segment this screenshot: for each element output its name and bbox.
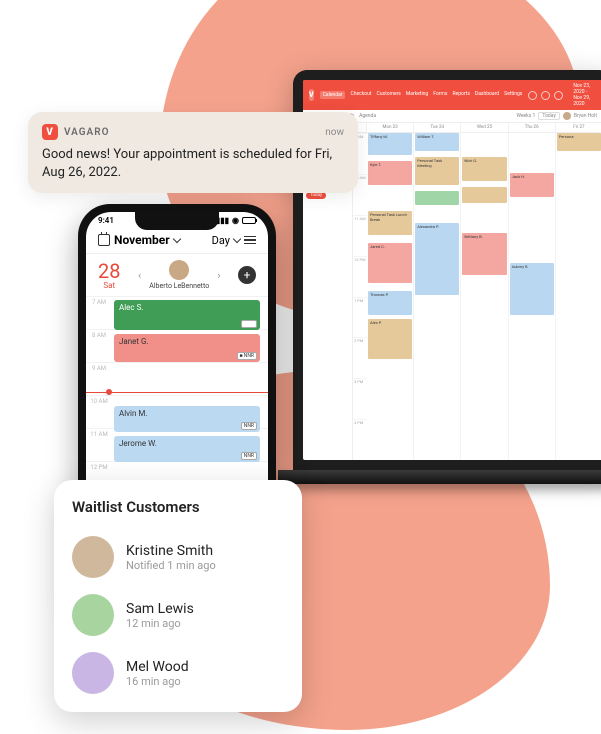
add-button[interactable]: + — [238, 266, 256, 284]
app-topbar: V Calendar Checkout Customers Marketing … — [303, 80, 601, 110]
calendar-event[interactable]: Aubrey R. — [510, 263, 554, 315]
play-icon[interactable] — [541, 91, 550, 100]
employee-picker[interactable]: Bryan Holt — [563, 112, 597, 120]
nav-calendar[interactable]: Calendar — [320, 91, 346, 99]
day-header: Tue 24 — [414, 123, 461, 132]
calendar-event[interactable]: Alexandra P. — [415, 223, 459, 295]
now-indicator — [86, 392, 268, 393]
today-button[interactable]: Today — [538, 112, 559, 120]
calendar-event[interactable]: Jack H. — [510, 173, 554, 197]
calendar-event[interactable]: Persona — [557, 133, 601, 151]
calendar-event[interactable]: Tiffany M. — [368, 133, 412, 155]
view-agenda[interactable]: Agenda — [359, 113, 376, 119]
next-employee-icon[interactable]: › — [217, 269, 220, 282]
avatar — [72, 652, 114, 694]
sidebar-today-pill[interactable]: Today — [306, 192, 326, 199]
month-picker[interactable]: November — [98, 233, 180, 247]
phone-event[interactable]: Alec S.NNR — [114, 300, 260, 330]
calendar-event[interactable]: Personal Task Meeting — [415, 157, 459, 185]
help-icon[interactable] — [528, 91, 537, 100]
nav-reports[interactable]: Reports — [452, 91, 469, 99]
main-nav: Calendar Checkout Customers Marketing Fo… — [320, 91, 523, 99]
status-time: 9:41 — [98, 216, 114, 225]
chevron-down-icon — [233, 234, 241, 242]
waitlist-customer[interactable]: Sam Lewis12 min ago — [72, 586, 284, 644]
calendar-event[interactable]: Brittany B. — [462, 233, 506, 275]
vagaro-icon: V — [42, 124, 58, 140]
calendar-event[interactable]: Nick G. — [462, 157, 506, 181]
nav-customers[interactable]: Customers — [377, 91, 401, 99]
calendar-event[interactable]: Kyle T. — [368, 161, 412, 185]
calendar-event[interactable]: Jared C. — [368, 243, 412, 283]
battery-icon — [242, 217, 256, 224]
wifi-icon: ◉ — [232, 216, 239, 225]
phone-event[interactable]: Janet G.■ NNR — [114, 334, 260, 362]
day-header: Wed 25 — [461, 123, 508, 132]
date-range[interactable]: Nov 23, 2020 - Nov 29, 2020 — [573, 83, 597, 107]
nav-forms[interactable]: Forms — [433, 91, 447, 99]
notification-time: now — [325, 127, 344, 138]
menu-icon[interactable] — [244, 236, 256, 244]
employee-name: Bryan Holt — [574, 113, 597, 119]
cart-icon[interactable] — [554, 91, 563, 100]
nav-marketing[interactable]: Marketing — [406, 91, 428, 99]
push-notification[interactable]: V VAGARO now Good news! Your appointment… — [28, 112, 358, 193]
calendar-event[interactable]: William T. — [415, 133, 459, 151]
prev-employee-icon[interactable]: ‹ — [138, 269, 141, 282]
calendar-event[interactable] — [415, 191, 459, 205]
day-header: Thu 26 — [509, 123, 556, 132]
nav-settings[interactable]: Settings — [504, 91, 522, 99]
phone-event[interactable]: Jerome W.NNR — [114, 436, 260, 462]
nav-dashboard[interactable]: Dashboard — [475, 91, 499, 99]
avatar — [72, 536, 114, 578]
calendar-event[interactable]: Personal Task Lunch Break — [368, 211, 412, 235]
notification-app-name: VAGARO — [64, 127, 109, 138]
avatar — [72, 594, 114, 636]
calendar-event[interactable]: Thomas P. — [368, 291, 412, 315]
waitlist-card: Waitlist Customers Kristine SmithNotifie… — [54, 480, 302, 712]
vagaro-logo-icon[interactable]: V — [309, 89, 314, 101]
waitlist-customer[interactable]: Mel Wood16 min ago — [72, 644, 284, 702]
day-toggle[interactable]: Day — [212, 234, 230, 247]
nav-checkout[interactable]: Checkout — [350, 91, 371, 99]
employee-select[interactable]: Alberto LeBennetto — [149, 260, 209, 290]
phone-event[interactable]: Alvin M.NNR — [114, 406, 260, 432]
avatar — [169, 260, 189, 280]
calendar-event[interactable]: Alex P. — [368, 319, 412, 359]
weeks-label: Weeks 1 — [517, 113, 536, 119]
current-date[interactable]: 28 Sat — [98, 261, 120, 290]
notification-body: Good news! Your appointment is scheduled… — [42, 146, 344, 181]
waitlist-title: Waitlist Customers — [72, 498, 284, 516]
day-header: Fri 27 — [556, 123, 601, 132]
chevron-down-icon — [172, 234, 180, 242]
avatar — [563, 112, 571, 120]
calendar-event[interactable] — [462, 187, 506, 203]
calendar-icon — [98, 234, 110, 246]
waitlist-customer[interactable]: Kristine SmithNotified 1 min ago — [72, 528, 284, 586]
day-header: Mon 23 — [367, 123, 414, 132]
